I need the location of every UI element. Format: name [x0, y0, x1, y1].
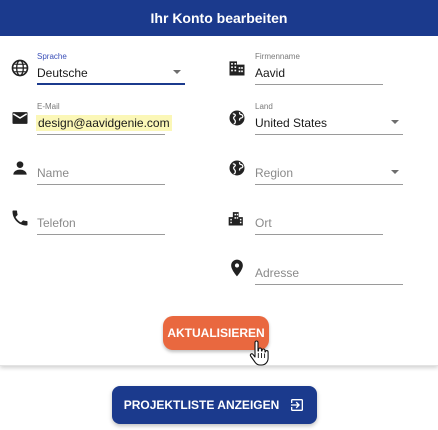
language-value: Deutsche [37, 66, 88, 80]
project-list-button-label: PROJEKTLISTE ANZEIGEN [123, 398, 280, 412]
phone-placeholder: Telefon [37, 216, 76, 230]
exit-icon [289, 397, 305, 413]
field-underline [37, 83, 185, 85]
show-project-list-button[interactable]: PROJEKTLISTE ANZEIGEN [112, 386, 317, 424]
region-placeholder: Region [255, 166, 294, 180]
mail-icon [10, 108, 30, 128]
field-underline [37, 234, 165, 235]
address-field[interactable]: Adresse [255, 252, 403, 285]
globe-icon [10, 58, 30, 78]
field-underline [255, 184, 403, 185]
building-icon [227, 58, 247, 78]
location-pin-icon [227, 258, 247, 278]
email-field[interactable]: E-Mail design@aavidgenie.com [36, 102, 172, 135]
name-placeholder: Name [37, 166, 70, 180]
field-underline [255, 134, 403, 135]
country-select[interactable]: Land United States [255, 102, 403, 135]
dialog-header: Ihr Konto bearbeiten [0, 0, 438, 36]
email-value: design@aavidgenie.com [36, 115, 172, 131]
globe-icon [227, 158, 247, 178]
hand-cursor-icon [248, 340, 270, 366]
name-field[interactable]: Name [37, 152, 165, 185]
address-placeholder: Adresse [255, 266, 300, 280]
city-field[interactable]: Ort [255, 202, 383, 235]
field-underline [255, 234, 383, 235]
field-underline [255, 284, 403, 285]
chevron-down-icon [173, 70, 181, 74]
language-select[interactable]: Sprache Deutsche [37, 52, 185, 85]
country-value: United States [255, 116, 328, 130]
person-icon [10, 158, 30, 178]
edit-account-dialog: Ihr Konto bearbeiten Sprache Deutsche Fi… [0, 0, 438, 366]
dialog-title: Ihr Konto bearbeiten [150, 10, 288, 26]
email-label: E-Mail [37, 102, 60, 111]
globe-icon [227, 108, 247, 128]
field-underline [37, 134, 165, 135]
company-value: Aavid [255, 66, 286, 80]
language-label: Sprache [37, 52, 67, 61]
chevron-down-icon [391, 120, 399, 124]
company-field[interactable]: Firmenname Aavid [255, 52, 383, 85]
city-placeholder: Ort [255, 216, 272, 230]
field-underline [255, 84, 383, 85]
city-icon [227, 208, 247, 228]
phone-icon [10, 208, 30, 228]
company-label: Firmenname [255, 52, 300, 61]
country-label: Land [255, 102, 273, 111]
region-select[interactable]: Region [255, 152, 403, 185]
phone-field[interactable]: Telefon [37, 202, 165, 235]
chevron-down-icon [391, 170, 399, 174]
field-underline [37, 184, 165, 185]
update-button-label: AKTUALISIEREN [167, 326, 265, 340]
